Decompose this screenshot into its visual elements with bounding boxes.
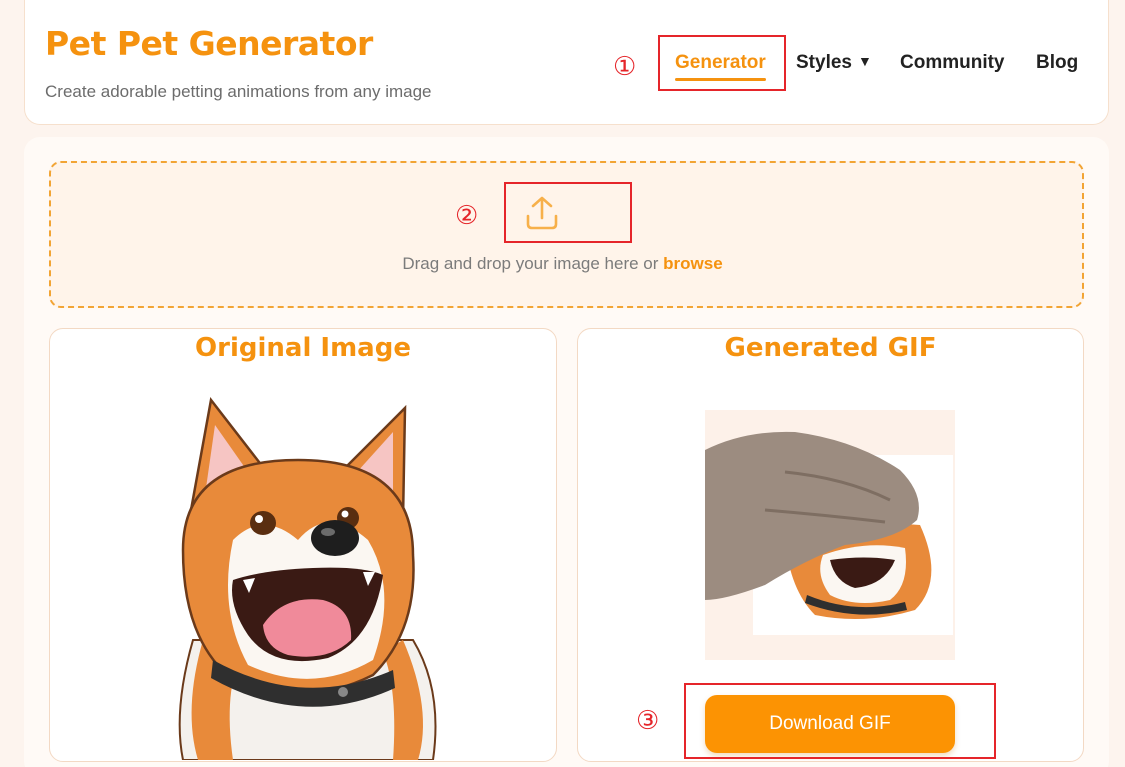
dropzone-instructions: Drag and drop your image here or browse <box>0 254 1125 274</box>
site-header: Pet Pet Generator Create adorable pettin… <box>24 0 1109 125</box>
original-dog-image <box>113 390 489 760</box>
annotation-number-3: ③ <box>636 706 660 736</box>
original-image-title: Original Image <box>195 333 411 363</box>
annotation-number-2: ② <box>455 201 479 231</box>
caret-down-icon: ▼ <box>857 53 872 69</box>
site-title[interactable]: Pet Pet Generator <box>45 24 373 63</box>
generated-gif-title: Generated GIF <box>724 333 937 363</box>
nav-styles-label: Styles <box>796 52 852 73</box>
nav-styles-dropdown[interactable]: Styles ▼ <box>796 52 872 74</box>
nav-community[interactable]: Community <box>900 52 1005 74</box>
site-subtitle: Create adorable petting animations from … <box>45 82 432 101</box>
nav-blog[interactable]: Blog <box>1036 52 1078 74</box>
annotation-box-1 <box>658 35 786 91</box>
annotation-box-2 <box>504 182 632 243</box>
annotation-box-3 <box>684 683 996 759</box>
dropzone-text: Drag and drop your image here or <box>402 254 659 273</box>
generated-gif-preview <box>705 410 955 660</box>
annotation-number-1: ① <box>613 52 637 82</box>
browse-link[interactable]: browse <box>663 254 723 273</box>
